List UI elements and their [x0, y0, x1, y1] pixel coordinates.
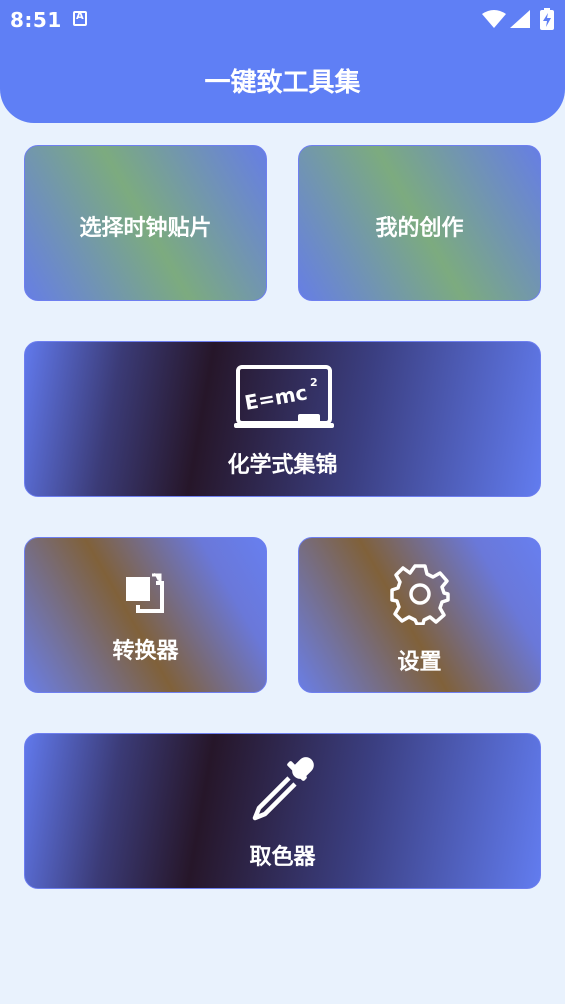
color-picker-label: 取色器 — [249, 845, 316, 870]
svg-text:E=mc: E=mc — [243, 380, 309, 415]
eyedropper-icon — [252, 757, 314, 821]
app-title: 一键致工具集 — [204, 68, 361, 98]
my-creations-label: 我的创作 — [375, 216, 464, 241]
clock-tile-label: 选择时钟贴片 — [79, 216, 212, 241]
notification-icon: A — [73, 11, 87, 26]
color-picker-card[interactable]: 取色器 — [24, 733, 541, 889]
gear-icon — [390, 564, 450, 625]
app-header: 8:51 A 一键致工具集 — [0, 0, 565, 123]
signal-icon — [510, 10, 530, 28]
chemistry-formula-card[interactable]: E=mc 2 化学式集锦 — [24, 341, 541, 497]
status-bar: 8:51 A — [0, 0, 565, 38]
clock-tile-card[interactable]: 选择时钟贴片 — [24, 145, 267, 301]
my-creations-card[interactable]: 我的创作 — [298, 145, 541, 301]
battery-charging-icon — [540, 8, 554, 30]
converter-icon — [126, 573, 164, 613]
settings-label: 设置 — [397, 650, 442, 675]
wifi-icon — [482, 10, 506, 28]
chemistry-formula-label: 化学式集锦 — [227, 453, 338, 478]
settings-card[interactable]: 设置 — [298, 537, 541, 693]
svg-text:2: 2 — [310, 376, 318, 389]
converter-label: 转换器 — [112, 639, 179, 664]
formula-blackboard-icon: E=mc 2 — [234, 365, 334, 428]
converter-card[interactable]: 转换器 — [24, 537, 267, 693]
status-time: 8:51 — [10, 8, 62, 32]
